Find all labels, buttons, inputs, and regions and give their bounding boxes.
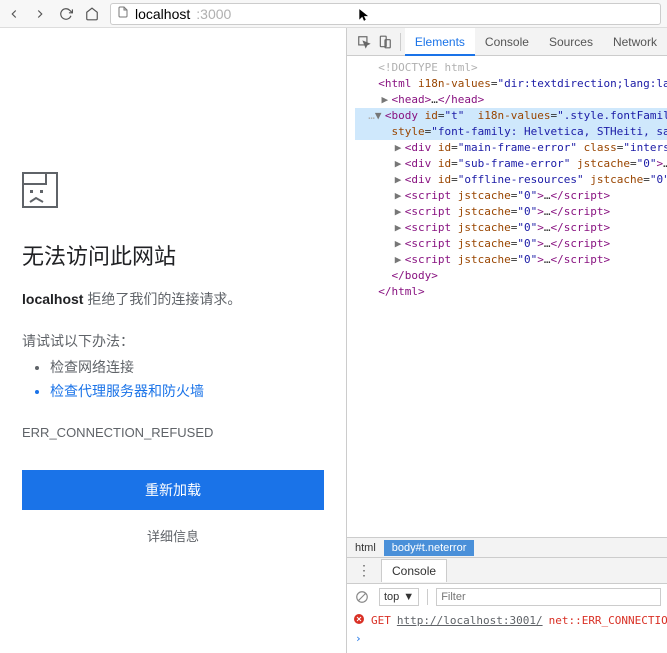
dom-node[interactable]: ▶<script jstcache="0">…</script> bbox=[355, 252, 667, 268]
error-url[interactable]: http://localhost:3001/ bbox=[397, 614, 543, 627]
url-port: :3000 bbox=[196, 6, 231, 22]
reload-button[interactable]: 重新加载 bbox=[22, 470, 324, 510]
dom-node[interactable]: <html i18n-values="dir:textdirection;lan… bbox=[355, 76, 667, 92]
dom-node[interactable]: ▶<div id="offline-resources" jstcache="0… bbox=[355, 172, 667, 188]
chevron-down-icon: ▼ bbox=[403, 591, 414, 603]
error-code: ERR_CONNECTION_REFUSED bbox=[22, 425, 324, 440]
context-label: top bbox=[384, 591, 399, 603]
mouse-cursor-icon bbox=[357, 6, 371, 27]
console-error-line[interactable]: GET http://localhost:3001/ net::ERR_CONN… bbox=[353, 613, 661, 628]
dom-node[interactable]: ▶<head>…</head> bbox=[355, 92, 667, 108]
suggestion-list: 检查网络连接检查代理服务器和防火墙 bbox=[22, 357, 324, 401]
context-selector[interactable]: top ▼ bbox=[379, 588, 419, 606]
breadcrumb-item[interactable]: body#t.neterror bbox=[384, 540, 475, 556]
error-description: localhost 拒绝了我们的连接请求。 bbox=[22, 289, 324, 309]
clear-console-icon[interactable] bbox=[353, 588, 371, 606]
back-icon[interactable] bbox=[6, 6, 22, 22]
error-title: 无法访问此网站 bbox=[22, 239, 324, 271]
dom-breadcrumbs: htmlbody#t.neterror bbox=[347, 537, 667, 557]
sad-page-icon bbox=[22, 172, 324, 211]
error-method: GET bbox=[371, 614, 391, 627]
suggestion-item[interactable]: 检查代理服务器和防火墙 bbox=[50, 381, 324, 401]
dom-node[interactable]: ▶<script jstcache="0">…</script> bbox=[355, 188, 667, 204]
console-filter-input[interactable] bbox=[436, 588, 661, 606]
browser-toolbar: localhost :3000 bbox=[0, 0, 667, 28]
dom-node[interactable]: style="font-family: Helvetica, STHeiti, … bbox=[355, 124, 667, 140]
device-toggle-icon[interactable] bbox=[374, 31, 395, 53]
dom-node[interactable]: </html> bbox=[355, 284, 667, 300]
dom-node[interactable]: …▼<body id="t" i18n-values=".style.fontF… bbox=[355, 108, 667, 124]
dom-node[interactable]: <!DOCTYPE html> bbox=[355, 60, 667, 76]
breadcrumb-item[interactable]: html bbox=[347, 540, 384, 556]
dom-node[interactable]: ▶<script jstcache="0">…</script> bbox=[355, 204, 667, 220]
console-toolbar: top ▼ bbox=[347, 583, 667, 609]
devtools-tab-console[interactable]: Console bbox=[475, 28, 539, 56]
console-output[interactable]: GET http://localhost:3001/ net::ERR_CONN… bbox=[347, 609, 667, 653]
try-label: 请试试以下办法： bbox=[22, 331, 324, 351]
console-drawer-header: ⋮ Console bbox=[347, 557, 667, 583]
details-button[interactable]: 详细信息 bbox=[22, 510, 324, 561]
error-host: localhost bbox=[22, 291, 83, 307]
dom-node[interactable]: ▶<div id="sub-frame-error" jstcache="0">… bbox=[355, 156, 667, 172]
console-prompt[interactable]: › bbox=[353, 628, 661, 649]
devtools-tab-sources[interactable]: Sources bbox=[539, 28, 603, 56]
devtools-tabs: ElementsConsoleSourcesNetwork bbox=[347, 28, 667, 56]
inspect-icon[interactable] bbox=[353, 31, 374, 53]
console-menu-icon[interactable]: ⋮ bbox=[353, 562, 375, 579]
console-drawer-tab[interactable]: Console bbox=[381, 559, 447, 582]
suggestion-item: 检查网络连接 bbox=[50, 357, 324, 377]
address-bar[interactable]: localhost :3000 bbox=[110, 3, 661, 25]
dom-tree[interactable]: <!DOCTYPE html> <html i18n-values="dir:t… bbox=[347, 56, 667, 537]
home-icon[interactable] bbox=[84, 6, 100, 22]
error-icon bbox=[353, 613, 365, 628]
dom-node[interactable]: ▶<script jstcache="0">…</script> bbox=[355, 236, 667, 252]
error-refused-text: 拒绝了我们的连接请求。 bbox=[83, 291, 241, 307]
devtools-tab-elements[interactable]: Elements bbox=[405, 28, 475, 56]
page-info-icon[interactable] bbox=[117, 5, 129, 22]
error-msg: net::ERR_CONNECTIO bbox=[549, 614, 667, 627]
dom-node[interactable]: </body> bbox=[355, 268, 667, 284]
url-host: localhost bbox=[135, 6, 190, 22]
dom-node[interactable]: ▶<script jstcache="0">…</script> bbox=[355, 220, 667, 236]
error-page: 无法访问此网站 localhost 拒绝了我们的连接请求。 请试试以下办法： 检… bbox=[0, 28, 346, 653]
dom-node[interactable]: ▶<div id="main-frame-error" class="inter… bbox=[355, 140, 667, 156]
forward-icon[interactable] bbox=[32, 6, 48, 22]
devtools-tab-network[interactable]: Network bbox=[603, 28, 667, 56]
devtools-panel: ElementsConsoleSourcesNetwork <!DOCTYPE … bbox=[346, 28, 667, 653]
reload-icon[interactable] bbox=[58, 6, 74, 22]
